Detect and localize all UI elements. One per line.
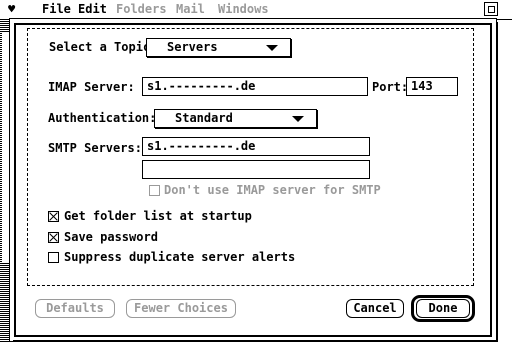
authentication-popup[interactable]: Standard bbox=[154, 109, 317, 128]
save-password-checkbox[interactable] bbox=[48, 232, 59, 243]
defaults-button[interactable]: Defaults bbox=[35, 299, 115, 318]
get-folder-list-checkbox[interactable] bbox=[48, 211, 59, 222]
authentication-popup-value: Standard bbox=[175, 111, 233, 125]
topic-popup-value: Servers bbox=[167, 40, 218, 54]
smtp-servers-label: SMTP Servers: bbox=[46, 141, 144, 155]
port-label: Port: bbox=[370, 80, 411, 94]
apple-menu-icon[interactable]: ♥ bbox=[8, 2, 15, 16]
port-input[interactable]: 143 bbox=[406, 77, 458, 96]
suppress-alerts-label: Suppress duplicate server alerts bbox=[62, 250, 298, 264]
menu-windows[interactable]: Windows bbox=[218, 2, 269, 16]
cancel-button[interactable]: Cancel bbox=[346, 299, 404, 318]
dont-use-imap-label: Don't use IMAP server for SMTP bbox=[162, 183, 383, 197]
topic-label: Select a Topic: bbox=[47, 40, 160, 54]
done-button[interactable]: Done bbox=[416, 299, 470, 318]
suppress-alerts-checkbox[interactable] bbox=[48, 252, 59, 263]
smtp-server-input-2[interactable] bbox=[142, 160, 370, 179]
dialog-shadow bbox=[496, 22, 498, 342]
application-menu-icon[interactable] bbox=[484, 2, 498, 16]
authentication-label: Authentication: bbox=[46, 111, 159, 125]
imap-server-label: IMAP Server: bbox=[46, 80, 137, 94]
get-folder-list-label: Get folder list at startup bbox=[62, 209, 254, 223]
popup-arrow-icon bbox=[292, 116, 304, 122]
menu-edit[interactable]: Edit bbox=[78, 2, 107, 16]
menu-file[interactable]: File bbox=[42, 2, 71, 16]
menu-bar: ♥ File Edit Folders Mail Windows bbox=[0, 0, 512, 20]
imap-server-input[interactable]: s1.---------.de bbox=[142, 77, 368, 96]
save-password-label: Save password bbox=[62, 230, 160, 244]
fewer-choices-button[interactable]: Fewer Choices bbox=[126, 299, 236, 318]
smtp-server-input-1[interactable]: s1.---------.de bbox=[142, 137, 370, 156]
popup-arrow-icon bbox=[266, 45, 278, 51]
dont-use-imap-checkbox[interactable] bbox=[149, 185, 160, 196]
menu-folders[interactable]: Folders bbox=[116, 2, 167, 16]
menu-mail[interactable]: Mail bbox=[176, 2, 205, 16]
topic-popup[interactable]: Servers bbox=[146, 38, 291, 57]
settings-group-box bbox=[27, 28, 474, 286]
